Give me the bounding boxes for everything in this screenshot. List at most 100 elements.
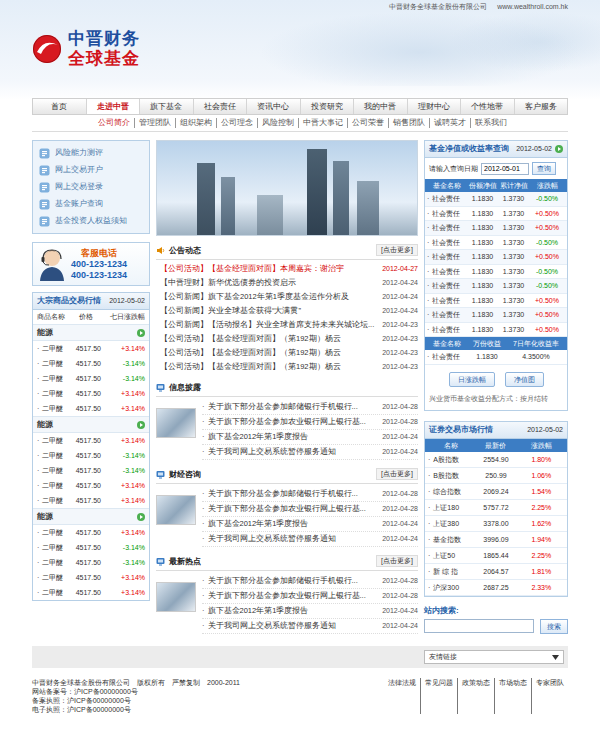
group-header[interactable]: 能源 <box>33 324 149 341</box>
commodity-row[interactable]: ·二甲醚4517.50+3.14% <box>33 341 149 356</box>
nav-item[interactable]: 理财中心 <box>408 99 462 114</box>
commodity-row[interactable]: ·二甲醚4517.50-3.14% <box>33 371 149 386</box>
sub-nav-item[interactable]: 联系我们 <box>470 118 511 128</box>
quick-link[interactable]: 风险能力测评 <box>39 146 143 160</box>
index-row[interactable]: ·基金指数3996.091.94% <box>425 532 567 548</box>
notice-item[interactable]: 【公司活动】【基金经理面对面】（第192期）杨云2012-04-23 <box>156 332 418 346</box>
nav-item[interactable]: 走进中晋 <box>87 99 141 114</box>
article-item[interactable]: ·关于我司网上交易系统暂停服务通知2012-04-24 <box>202 619 418 634</box>
commodity-row[interactable]: ·二甲醚4517.50+3.14% <box>33 585 149 600</box>
fund-row[interactable]: ·社会责任1.18301.3730-0.50% <box>425 192 567 207</box>
sub-nav-item[interactable]: 销售团队 <box>388 118 429 128</box>
index-row[interactable]: ·新 综 指2064.571.81% <box>425 564 567 580</box>
nav-item[interactable]: 个性地带 <box>461 99 515 114</box>
article-item[interactable]: ·旗下基金2012年第1季度报告2012-04-24 <box>202 430 418 445</box>
notice-item[interactable]: 【公司新闻】【活动报名】兴业全球首席支持未来兴城论坛...2012-04-23 <box>156 318 418 332</box>
article-item[interactable]: ·旗下基金2012年第1季度报告2012-04-24 <box>202 604 418 619</box>
article-item[interactable]: ·关于我司网上交易系统暂停服务通知2012-04-24 <box>202 445 418 460</box>
footer-link[interactable]: 市场动态 <box>494 678 531 714</box>
commodity-row[interactable]: ·二甲醚4517.50+3.14% <box>33 478 149 493</box>
index-row[interactable]: ·A股指数2554.901.80% <box>425 452 567 468</box>
index-row[interactable]: ·B股指数250.991.06% <box>425 468 567 484</box>
fund-row[interactable]: ·社会责任1.18301.3730+0.50% <box>425 308 567 323</box>
chart-button[interactable]: 日涨跌幅 <box>449 372 495 387</box>
group-header[interactable]: 能源 <box>33 508 149 525</box>
commodity-row[interactable]: ·二甲醚4517.50+3.14% <box>33 570 149 585</box>
nav-item[interactable]: 客户服务 <box>515 99 568 114</box>
commodity-row[interactable]: ·二甲醚4517.50+3.14% <box>33 433 149 448</box>
article-item[interactable]: ·旗下基金2012年第1季度报告2012-04-24 <box>202 517 418 532</box>
sub-nav-item[interactable]: 公司简介 <box>94 118 134 128</box>
index-row[interactable]: ·上证501865.442.25% <box>425 548 567 564</box>
fund-row[interactable]: ·社会责任1.18301.3730-0.50% <box>425 279 567 294</box>
quick-link[interactable]: 基金投资人权益须知 <box>39 214 143 228</box>
article-item[interactable]: ·关于旗下部分基金参加农业银行网上银行基...2012-04-28 <box>202 415 418 430</box>
sub-nav-item[interactable]: 公司荣誉 <box>347 118 388 128</box>
notice-item[interactable]: 【公司活动】【基金经理面对面】（第192期）杨云2012-04-23 <box>156 346 418 360</box>
nav-item[interactable]: 旗下基金 <box>140 99 194 114</box>
footer-link[interactable]: 常见问题 <box>420 678 457 714</box>
index-row[interactable]: ·沪深3002687.252.33% <box>425 580 567 596</box>
expand-arrow-icon[interactable] <box>137 421 145 429</box>
search-button[interactable]: 搜索 <box>540 619 568 634</box>
group-header[interactable]: 能源 <box>33 416 149 433</box>
article-item[interactable]: ·关于旗下部分基金参加邮储银行手机银行...2012-04-28 <box>202 487 418 502</box>
commodity-row[interactable]: ·二甲醚4517.50+3.14% <box>33 525 149 540</box>
sub-nav-item[interactable]: 公司理念 <box>216 118 257 128</box>
more-link[interactable]: [点击更多] <box>376 555 418 567</box>
site-url[interactable]: www.wealthroll.com.hk <box>497 2 568 12</box>
nav-item[interactable]: 资讯中心 <box>247 99 301 114</box>
quick-link[interactable]: 网上交易登录 <box>39 180 143 194</box>
commodity-row[interactable]: ·二甲醚4517.50-3.14% <box>33 555 149 570</box>
more-link[interactable]: [点击更多] <box>376 244 418 256</box>
expand-arrow-icon[interactable] <box>137 329 145 337</box>
commodity-row[interactable]: ·二甲醚4517.50+3.14% <box>33 386 149 401</box>
expand-arrow-icon[interactable] <box>137 513 145 521</box>
friend-links-select[interactable]: 友情链接 <box>424 650 564 664</box>
fund-row[interactable]: ·社会责任1.18301.3730-0.50% <box>425 236 567 251</box>
sub-nav-item[interactable]: 中晋大事记 <box>298 118 347 128</box>
notice-item[interactable]: 【公司活动】【基金经理面对面】（第192期）杨云2012-04-23 <box>156 360 418 374</box>
notice-item[interactable]: 【公司新闻】兴业全球基金获得“大满贯”2012-04-24 <box>156 304 418 318</box>
index-row[interactable]: ·上证1805757.722.25% <box>425 500 567 516</box>
sub-nav-item[interactable]: 组织架构 <box>175 118 216 128</box>
footer-link[interactable]: 专家团队 <box>531 678 568 714</box>
chart-button[interactable]: 净值图 <box>505 372 544 387</box>
commodity-row[interactable]: ·二甲醚4517.50-3.14% <box>33 356 149 371</box>
query-button[interactable]: 查询 <box>532 162 556 175</box>
nav-item[interactable]: 社会责任 <box>194 99 248 114</box>
article-item[interactable]: ·关于我司网上交易系统暂停服务通知2012-04-24 <box>202 532 418 547</box>
quick-link[interactable]: 基金账户查询 <box>39 197 143 211</box>
commodity-row[interactable]: ·二甲醚4517.50-3.14% <box>33 448 149 463</box>
article-item[interactable]: ·关于旗下部分基金参加农业银行网上银行基...2012-04-28 <box>202 502 418 517</box>
fund-row[interactable]: ·社会责任1.18301.3730+0.50% <box>425 207 567 222</box>
logo[interactable]: 中晋财务全球基金 <box>32 29 140 69</box>
money-fund-row[interactable]: ·社会责任1.18304.3500% <box>425 350 567 365</box>
notice-item[interactable]: 【中晋理财】新华优选债券的投资启示2012-04-24 <box>156 276 418 290</box>
fund-row[interactable]: ·社会责任1.18301.3730+0.50% <box>425 294 567 309</box>
nav-item[interactable]: 我的中晋 <box>354 99 408 114</box>
notice-item[interactable]: 【公司活动】【基金经理面对面】本周嘉宾：谢治宇2012-04-27 <box>156 262 418 276</box>
sub-nav-item[interactable]: 风险控制 <box>257 118 298 128</box>
article-item[interactable]: ·关于旗下部分基金参加农业银行网上银行基...2012-04-28 <box>202 589 418 604</box>
expand-arrow-icon[interactable] <box>555 145 563 153</box>
index-row[interactable]: ·上证3803378.001.62% <box>425 516 567 532</box>
commodity-row[interactable]: ·二甲醚4517.50+3.14% <box>33 401 149 416</box>
commodity-row[interactable]: ·二甲醚4517.50-3.14% <box>33 463 149 478</box>
article-item[interactable]: ·关于旗下部分基金参加邮储银行手机银行...2012-04-28 <box>202 400 418 415</box>
fund-row[interactable]: ·社会责任1.18301.3730+0.50% <box>425 250 567 265</box>
notice-item[interactable]: 【公司新闻】旗下基金2012年第1季度基金运作分析及2012-04-24 <box>156 290 418 304</box>
nav-item[interactable]: 首页 <box>33 99 87 114</box>
quick-link[interactable]: 网上交易开户 <box>39 163 143 177</box>
nav-item[interactable]: 投资研究 <box>301 99 355 114</box>
commodity-row[interactable]: ·二甲醚4517.50+3.14% <box>33 493 149 508</box>
footer-link[interactable]: 政策动态 <box>457 678 494 714</box>
sub-nav-item[interactable]: 诚聘英才 <box>429 118 470 128</box>
more-link[interactable]: [点击更多] <box>376 468 418 480</box>
index-row[interactable]: ·综合指数2069.241.54% <box>425 484 567 500</box>
sub-nav-item[interactable]: 管理团队 <box>134 118 175 128</box>
commodity-row[interactable]: ·二甲醚4517.50-3.14% <box>33 540 149 555</box>
search-input[interactable] <box>424 619 534 633</box>
fund-row[interactable]: ·社会责任1.18301.3730+0.50% <box>425 221 567 236</box>
article-item[interactable]: ·关于旗下部分基金参加邮储银行手机银行...2012-04-28 <box>202 574 418 589</box>
